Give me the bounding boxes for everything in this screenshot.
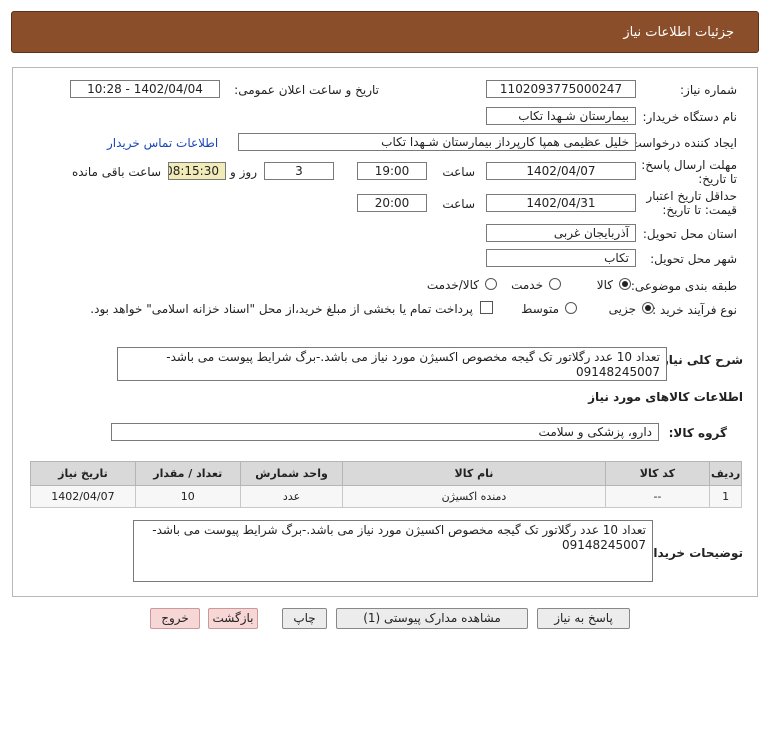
details-panel: شماره نیاز: 1102093775000247 تاریخ و ساع…	[12, 67, 758, 597]
reply-time-label: ساعت	[442, 165, 475, 179]
announce-field: 1402/04/04 - 10:28	[70, 80, 220, 98]
category-radio-goods[interactable]	[619, 278, 631, 290]
province-field: آذربایجان غربی	[486, 224, 636, 242]
need-number-field: 1102093775000247	[486, 80, 636, 98]
summary-label: شرح کلی نیاز:	[657, 353, 743, 367]
category-radio-both[interactable]	[485, 278, 497, 290]
goods-section-title: اطلاعات کالاهای مورد نیاز	[588, 390, 743, 404]
table-row: 1 -- دمنده اکسیژن عدد 10 1402/04/07	[30, 485, 742, 508]
buyer-notes-text: تعداد 10 عدد رگلاتور تک گیجه مخصوص اکسیژ…	[133, 520, 653, 582]
category-option-goods: کالا	[596, 278, 613, 292]
reply-date-field: 1402/04/07	[486, 162, 636, 180]
goods-group-field: دارو، پزشکی و سلامت	[111, 423, 659, 441]
attachments-button[interactable]: مشاهده مدارک پیوستی (1)	[336, 608, 528, 629]
col-item-name: نام کالا	[342, 461, 606, 486]
treasury-note: پرداخت تمام یا بخشی از مبلغ خرید،از محل …	[90, 302, 473, 316]
treasury-checkbox[interactable]	[480, 301, 493, 314]
requester-label: ایجاد کننده درخواست:	[626, 136, 737, 150]
purchase-option-minor: جزیی	[608, 302, 636, 316]
col-item-code: کد کالا	[604, 461, 711, 486]
reply-button[interactable]: پاسخ به نیاز	[537, 608, 630, 629]
cell-quantity: 10	[134, 485, 241, 508]
col-unit: واحد شمارش	[239, 461, 344, 486]
buyer-org-field: بیمارستان شـهدا تکاب	[486, 107, 636, 125]
city-label: شهر محل تحویل:	[650, 252, 737, 266]
reply-time-field: 19:00	[357, 162, 427, 180]
validity-time-label: ساعت	[442, 197, 475, 211]
purchase-radio-minor[interactable]	[642, 302, 654, 314]
col-quantity: تعداد / مقدار	[134, 461, 241, 486]
need-number-label: شماره نیاز:	[680, 83, 737, 97]
announce-label: تاریخ و ساعت اعلان عمومی:	[234, 83, 379, 97]
goods-table-header: ردیف کد کالا نام کالا واحد شمارش تعداد /…	[30, 461, 742, 486]
days-field: 3	[264, 162, 334, 180]
validity-label: حداقل تاریخ اعتبار قیمت: تا تاریخ:	[646, 189, 737, 217]
cell-item-name: دمنده اکسیژن	[342, 485, 606, 508]
col-row-num: ردیف	[709, 461, 742, 486]
city-field: تکاب	[486, 249, 636, 267]
exit-button[interactable]: خروج	[150, 608, 200, 629]
goods-group-label: گروه کالا:	[668, 426, 727, 440]
category-option-service: خدمت	[511, 278, 543, 292]
cell-unit: عدد	[239, 485, 344, 508]
purchase-option-medium: متوسط	[521, 302, 559, 316]
validity-date-field: 1402/04/31	[486, 194, 636, 212]
back-button[interactable]: بازگشت	[208, 608, 258, 629]
category-label: طبقه بندی موضوعی:	[630, 279, 737, 293]
days-label: روز و	[230, 165, 257, 179]
remaining-time-field: 08:15:30	[168, 162, 226, 180]
goods-table: ردیف کد کالا نام کالا واحد شمارش تعداد /…	[30, 461, 742, 508]
print-button[interactable]: چاپ	[282, 608, 327, 629]
requester-field: خلیل عظیمی همپا کارپرداز بیمارستان شـهدا…	[238, 133, 636, 151]
cell-row-num: 1	[709, 485, 742, 508]
validity-time-field: 20:00	[357, 194, 427, 212]
cell-item-code: --	[604, 485, 711, 508]
purchase-radio-medium[interactable]	[565, 302, 577, 314]
page-header: جزئیات اطلاعات نیاز	[11, 11, 759, 53]
category-radio-service[interactable]	[549, 278, 561, 290]
contact-info-link[interactable]: اطلاعات تماس خریدار	[107, 136, 218, 150]
reply-deadline-label: مهلت ارسال پاسخ: تا تاریخ:	[641, 158, 737, 186]
buyer-org-label: نام دستگاه خریدار:	[642, 110, 738, 124]
col-need-date: تاریخ نیاز	[30, 461, 136, 486]
page-title: جزئیات اطلاعات نیاز	[623, 25, 734, 40]
cell-need-date: 1402/04/07	[30, 485, 136, 508]
purchase-type-label: نوع فرآیند خرید :	[652, 303, 737, 317]
category-option-both: کالا/خدمت	[426, 278, 479, 292]
buyer-notes-label: توضیحات خریدار:	[641, 546, 743, 560]
summary-text: تعداد 10 عدد رگلاتور تک گیجه مخصوص اکسیژ…	[117, 347, 667, 381]
remaining-label: ساعت باقی مانده	[71, 165, 161, 179]
province-label: استان محل تحویل:	[642, 227, 737, 241]
